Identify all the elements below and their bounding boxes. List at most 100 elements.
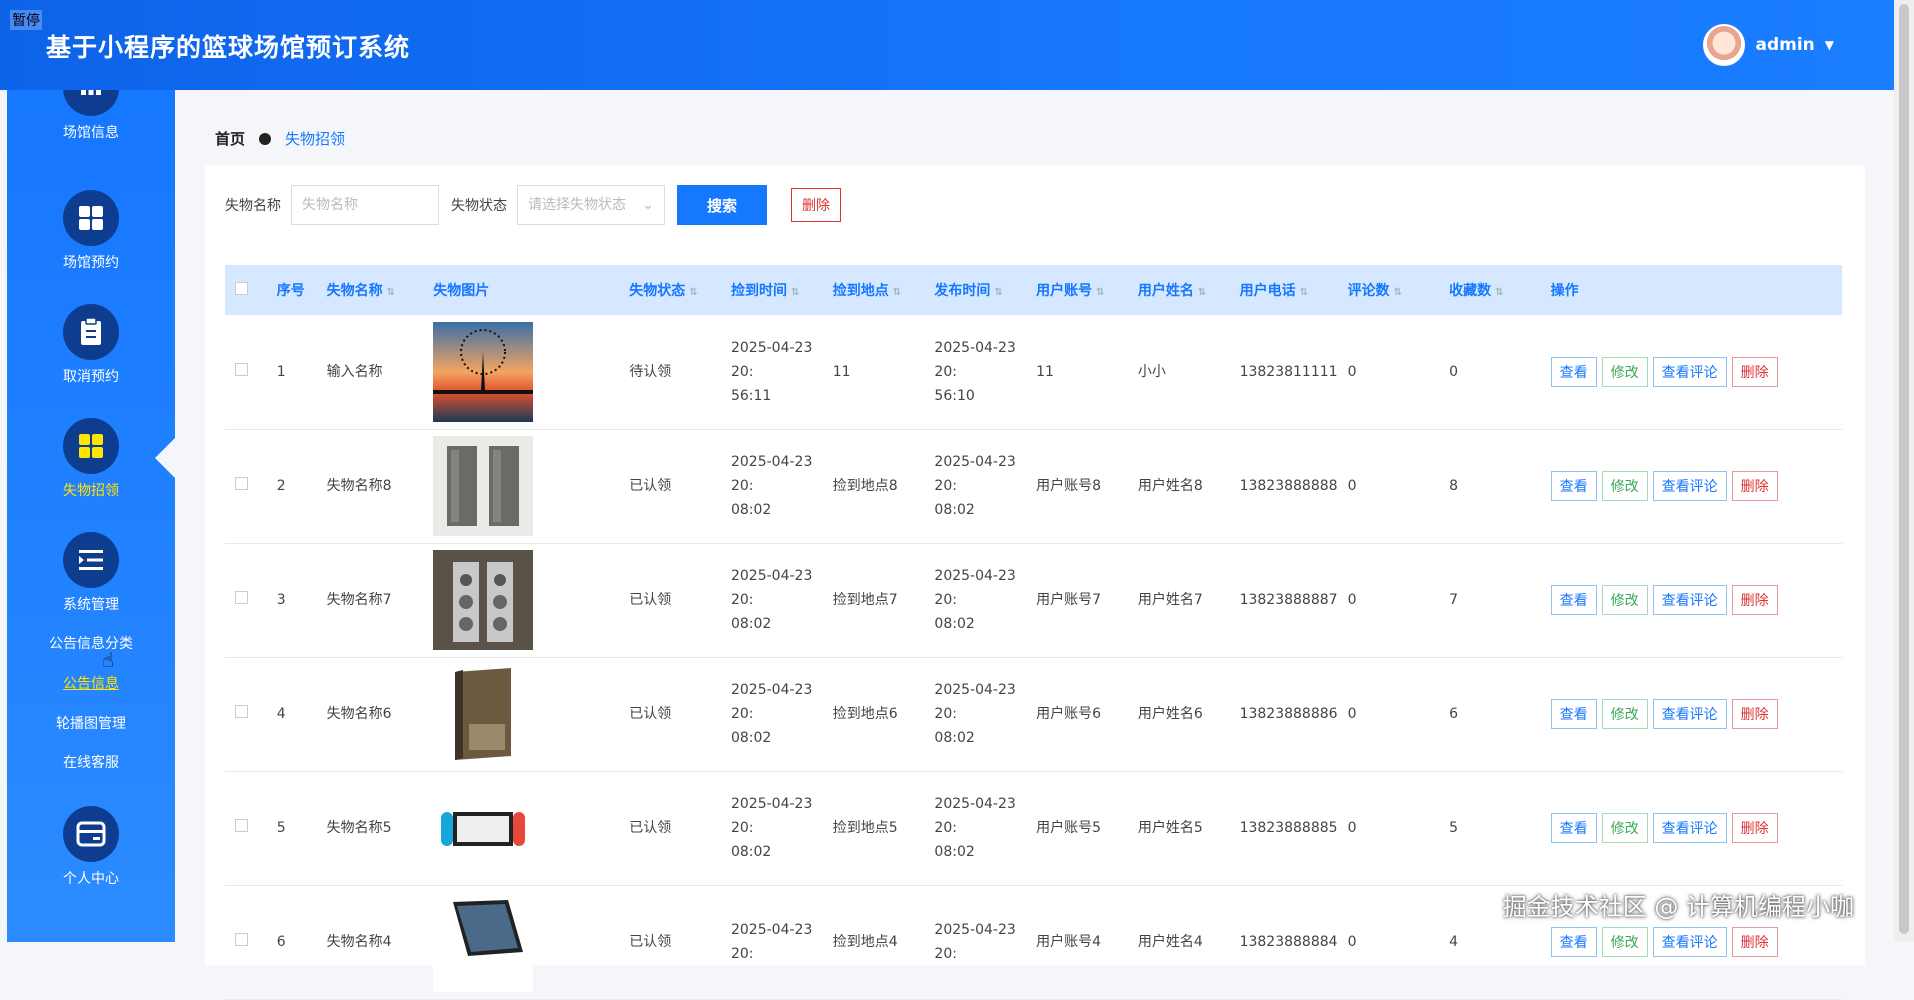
breadcrumb-dot-icon — [259, 132, 272, 145]
sidebar-item-label: 个人中心 — [63, 871, 119, 887]
table-row: 1 输入名称 待认领 2025-04-23 20: 56:11 11 2025-04-23… — [225, 315, 1842, 429]
sort-icon[interactable]: ⇅ — [994, 287, 1002, 298]
view-button[interactable]: 查看 — [1550, 471, 1597, 501]
watermark: 掘金技术社区 @ 计算机编程小咖 — [1502, 893, 1854, 921]
row-actions: 查看 修改 查看评论 删除 — [1550, 356, 1842, 387]
col-account[interactable]: 用户账号 ⇅ — [1026, 265, 1128, 315]
breadcrumb-current: 失物招领 — [285, 130, 346, 148]
sidebar-sub-carousel[interactable]: 轮播图管理 — [7, 713, 175, 733]
delete-button[interactable]: 删除 — [1731, 699, 1778, 729]
sidebar-item-personal[interactable]: 个人中心 — [7, 806, 175, 888]
col-comments[interactable]: 评论数 ⇅ — [1338, 265, 1440, 315]
col-place[interactable]: 捡到地点 ⇅ — [823, 265, 925, 315]
edit-button[interactable]: 修改 — [1601, 471, 1648, 501]
view-comments-button[interactable]: 查看评论 — [1652, 356, 1727, 387]
cell-comments: 0 — [1347, 478, 1357, 494]
row-checkbox[interactable] — [235, 591, 248, 604]
view-comments-button[interactable]: 查看评论 — [1652, 813, 1727, 843]
cell-found-time: 2025-04-23 20: 08:02 — [730, 454, 813, 518]
col-found-time[interactable]: 捡到时间 ⇅ — [721, 265, 823, 315]
edit-button[interactable]: 修改 — [1601, 356, 1648, 387]
sort-icon[interactable]: ⇅ — [791, 287, 799, 298]
grid-icon — [63, 90, 119, 116]
row-checkbox[interactable] — [235, 362, 248, 376]
name-search-input[interactable]: 失物名称 — [291, 185, 439, 225]
sidebar-sub-online-service[interactable]: 在线客服 — [7, 752, 175, 772]
view-comments-button[interactable]: 查看评论 — [1652, 927, 1727, 957]
row-checkbox[interactable] — [235, 705, 248, 718]
view-button[interactable]: 查看 — [1550, 813, 1597, 843]
col-image: 失物图片 — [433, 283, 490, 299]
cell-place: 捡到地点8 — [832, 478, 898, 494]
avatar[interactable] — [1703, 24, 1746, 66]
view-button[interactable]: 查看 — [1550, 927, 1597, 957]
view-comments-button[interactable]: 查看评论 — [1652, 471, 1727, 501]
view-button[interactable]: 查看 — [1550, 699, 1597, 729]
col-name[interactable]: 失物名称 ⇅ — [317, 265, 424, 315]
sort-icon[interactable]: ⇅ — [1495, 287, 1503, 298]
view-button[interactable]: 查看 — [1550, 585, 1597, 615]
row-checkbox[interactable] — [235, 819, 248, 832]
col-status[interactable]: 失物状态 ⇅ — [619, 265, 721, 315]
user-menu[interactable]: admin ▼ — [1703, 24, 1834, 66]
sort-icon[interactable]: ⇅ — [1198, 287, 1206, 298]
col-pub-time[interactable]: 发布时间 ⇅ — [924, 265, 1026, 315]
sidebar-item-lost-found[interactable]: 失物招领 — [7, 418, 175, 500]
edit-button[interactable]: 修改 — [1601, 585, 1648, 615]
status-select[interactable]: 请选择失物状态 ⌄ — [517, 185, 665, 225]
view-button[interactable]: 查看 — [1550, 356, 1597, 387]
cell-status: 已认领 — [629, 592, 672, 608]
cell-no: 2 — [276, 478, 286, 494]
edit-button[interactable]: 修改 — [1601, 813, 1648, 843]
batch-delete-button[interactable]: 删除 — [791, 188, 841, 222]
col-comments-label: 评论数 — [1347, 283, 1390, 299]
scrollbar-thumb[interactable] — [1899, 4, 1909, 934]
caret-down-icon[interactable]: ▼ — [1825, 38, 1834, 52]
delete-button[interactable]: 删除 — [1731, 813, 1778, 843]
cell-name: 输入名称 — [326, 363, 383, 380]
sidebar-item-system[interactable]: 系统管理 — [7, 532, 175, 614]
table-row: 3 失物名称7 已认领 2025-04-23 20: 08:02 捡到地点7 2025-0… — [225, 543, 1842, 657]
view-comments-button[interactable]: 查看评论 — [1652, 699, 1727, 729]
pause-label: 暂停 — [10, 10, 42, 30]
delete-button[interactable]: 删除 — [1731, 927, 1778, 957]
speakers-image — [433, 436, 534, 536]
col-uname[interactable]: 用户姓名 ⇅ — [1128, 265, 1230, 315]
delete-button[interactable]: 删除 — [1731, 356, 1778, 387]
status-filter-label: 失物状态 — [451, 198, 507, 214]
sort-icon[interactable]: ⇅ — [893, 287, 901, 298]
sort-icon[interactable]: ⇅ — [387, 287, 395, 298]
sort-icon[interactable]: ⇅ — [1300, 287, 1308, 298]
cell-name: 失物名称7 — [326, 592, 392, 608]
cell-account: 11 — [1036, 363, 1054, 380]
row-checkbox[interactable] — [235, 933, 248, 946]
edit-button[interactable]: 修改 — [1601, 699, 1648, 729]
table-row: 4 失物名称6 已认领 2025-04-23 20: 08:02 捡到地点6 2025-0… — [225, 657, 1842, 771]
search-button[interactable]: 搜索 — [677, 185, 767, 225]
cell-name: 失物名称6 — [326, 706, 392, 722]
sidebar-item-venue-info[interactable]: 场馆信息 — [7, 90, 175, 142]
col-phone[interactable]: 用户电话 ⇅ — [1230, 265, 1338, 315]
sidebar-sub-notice[interactable]: 公告信息 — [7, 673, 175, 693]
user-name[interactable]: admin — [1755, 35, 1814, 55]
sidebar-item-venue-booking[interactable]: 场馆预约 — [7, 190, 175, 272]
col-favs[interactable]: 收藏数 ⇅ — [1439, 265, 1541, 315]
sort-icon[interactable]: ⇅ — [689, 287, 697, 298]
sidebar-sub-notice-category[interactable]: 公告信息分类 — [7, 633, 175, 653]
select-all-checkbox[interactable] — [235, 281, 248, 295]
edit-button[interactable]: 修改 — [1601, 927, 1648, 957]
page-scrollbar[interactable] — [1894, 0, 1914, 942]
delete-button[interactable]: 删除 — [1731, 471, 1778, 501]
sidebar-item-cancel-booking[interactable]: 取消预约 — [7, 304, 175, 386]
cell-no: 6 — [276, 934, 286, 950]
cell-place: 11 — [832, 363, 851, 380]
hifi-speakers-image — [433, 550, 534, 650]
sort-icon[interactable]: ⇅ — [1394, 287, 1402, 298]
book-image — [433, 664, 534, 764]
card-icon — [63, 806, 119, 862]
row-checkbox[interactable] — [235, 477, 248, 490]
sort-icon[interactable]: ⇅ — [1096, 287, 1104, 298]
view-comments-button[interactable]: 查看评论 — [1652, 585, 1727, 615]
delete-button[interactable]: 删除 — [1731, 585, 1778, 615]
breadcrumb-home[interactable]: 首页 — [215, 128, 245, 149]
